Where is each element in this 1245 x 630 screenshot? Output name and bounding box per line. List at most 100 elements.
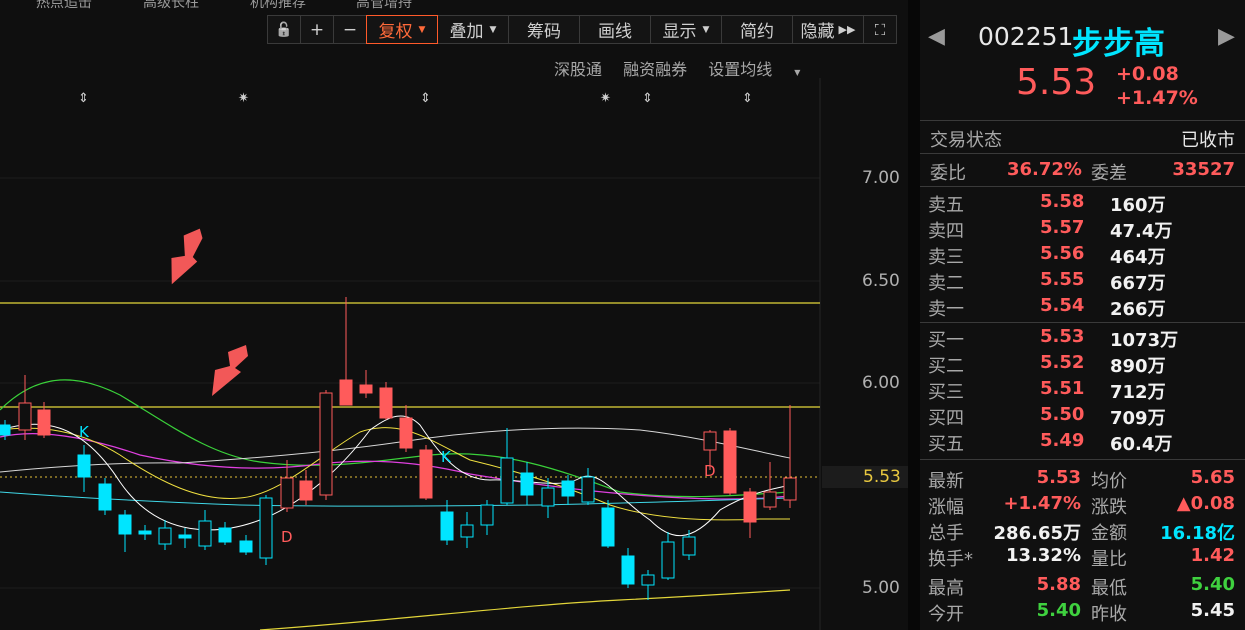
stat-value: 5.40 xyxy=(1190,574,1235,595)
stat-label: 昨收 xyxy=(1091,604,1127,625)
caret-down-icon: ▼ xyxy=(418,24,426,35)
stat-label: 涨跌 xyxy=(1091,497,1127,518)
ask-label: 卖二 xyxy=(928,273,964,294)
kline-marker-k: K xyxy=(441,448,452,466)
bid-price[interactable]: 5.52 xyxy=(1040,352,1084,373)
ask-volume: 160万 xyxy=(1110,195,1166,216)
event-marker-icon[interactable]: ✷ xyxy=(238,91,249,106)
panel-divider xyxy=(908,0,920,630)
event-marker-icon[interactable]: ✷ xyxy=(600,91,611,106)
last-price: 5.53 xyxy=(1016,62,1097,103)
bid-label: 买二 xyxy=(928,356,964,377)
stat-label: 今开 xyxy=(928,604,964,625)
fuquan-label: 复权 xyxy=(378,22,413,42)
annotation-arrow xyxy=(212,345,248,396)
stat-value: ▲0.08 xyxy=(1176,493,1235,514)
ma-long-line xyxy=(259,589,791,630)
event-marker-icon[interactable]: ⇕ xyxy=(78,91,89,106)
stat-label: 最新 xyxy=(928,471,964,492)
stock-code: 002251 xyxy=(978,22,1074,51)
stock-name: 步步高 xyxy=(1072,26,1165,62)
stat-value: 1.42 xyxy=(1190,545,1235,566)
ask-price[interactable]: 5.57 xyxy=(1040,217,1084,238)
ask-price[interactable]: 5.54 xyxy=(1040,295,1084,316)
price-change: +0.08 xyxy=(1116,63,1179,85)
separator xyxy=(920,186,1245,187)
separator xyxy=(920,322,1245,323)
event-marker-icon[interactable]: ⇕ xyxy=(642,91,653,106)
bid-price[interactable]: 5.53 xyxy=(1040,326,1084,347)
bid-volume: 709万 xyxy=(1110,408,1166,429)
event-marker-icon[interactable]: ⇕ xyxy=(742,91,753,106)
kline-chart-area[interactable]: 热点追击 高级长柱 机构推荐 高管增持 🔓 + − 复权 ▼ 叠加 ▼ 筹码 画线 … xyxy=(0,0,908,630)
separator xyxy=(920,120,1245,121)
trade-status-label: 交易状态 xyxy=(930,130,1002,151)
prev-stock-arrow-icon[interactable]: ◀ xyxy=(928,24,945,49)
y-axis-label: 5.00 xyxy=(862,578,900,598)
kline-marker-k: K xyxy=(79,423,90,441)
weicha-value: 33527 xyxy=(1172,159,1235,180)
stat-value: 286.65万 xyxy=(993,523,1081,544)
stat-label: 涨幅 xyxy=(928,497,964,518)
ask-label: 卖五 xyxy=(928,195,964,216)
ask-volume: 667万 xyxy=(1110,273,1166,294)
stat-label: 均价 xyxy=(1091,471,1127,492)
ask-label: 卖三 xyxy=(928,247,964,268)
ask-price[interactable]: 5.55 xyxy=(1040,269,1084,290)
stat-value: 16.18亿 xyxy=(1160,523,1235,544)
event-marker-icon[interactable]: ⇕ xyxy=(420,91,431,106)
separator xyxy=(920,153,1245,154)
current-price-tag: 5.53 xyxy=(822,466,908,488)
bid-label: 买三 xyxy=(928,382,964,403)
annotation-arrow xyxy=(171,228,203,285)
ask-volume: 266万 xyxy=(1110,299,1166,320)
weicha-label: 委差 xyxy=(1091,163,1127,184)
trade-status-value: 已收市 xyxy=(1181,130,1235,151)
price-change-pct: +1.47% xyxy=(1116,87,1198,109)
ask-price[interactable]: 5.58 xyxy=(1040,191,1084,212)
bid-volume: 890万 xyxy=(1110,356,1166,377)
kline-marker-d: D xyxy=(281,528,293,546)
stat-value: 5.40 xyxy=(1036,600,1081,621)
stat-label: 换手* xyxy=(928,549,973,570)
bid-price[interactable]: 5.49 xyxy=(1040,430,1084,451)
fuquan-dropdown[interactable]: 复权 ▼ xyxy=(366,15,438,44)
ask-price[interactable]: 5.56 xyxy=(1040,243,1084,264)
bid-label: 买一 xyxy=(928,330,964,351)
bid-volume: 60.4万 xyxy=(1110,434,1173,455)
kline-marker-d: D xyxy=(704,462,716,480)
stat-label: 总手 xyxy=(928,523,964,544)
stat-value: 5.53 xyxy=(1036,467,1081,488)
stat-value: 13.32% xyxy=(1006,545,1081,566)
bid-label: 买四 xyxy=(928,408,964,429)
ask-label: 卖一 xyxy=(928,299,964,320)
stat-label: 最低 xyxy=(1091,578,1127,599)
candlestick-chart: ⇕ ✷ ⇕ ✷ ⇕ ⇕ K D K D xyxy=(0,78,821,630)
ask-volume: 47.4万 xyxy=(1110,221,1173,242)
stat-label: 量比 xyxy=(1091,549,1127,570)
y-axis-label: 6.50 xyxy=(862,271,900,291)
stat-value: 5.88 xyxy=(1036,574,1081,595)
stat-value: 5.65 xyxy=(1190,467,1235,488)
weibi-value: 36.72% xyxy=(1007,159,1082,180)
stat-label: 金额 xyxy=(1091,523,1127,544)
bid-volume: 1073万 xyxy=(1110,330,1179,351)
stat-value: +1.47% xyxy=(1003,493,1081,514)
stat-value: 5.45 xyxy=(1190,600,1235,621)
ma-magenta-line xyxy=(0,433,791,500)
ma-cyan-line xyxy=(0,491,791,507)
bid-volume: 712万 xyxy=(1110,382,1166,403)
y-axis-label: 7.00 xyxy=(862,168,900,188)
weibi-label: 委比 xyxy=(930,163,966,184)
ma-white-line xyxy=(0,427,791,473)
bid-price[interactable]: 5.51 xyxy=(1040,378,1084,399)
y-axis-label: 6.00 xyxy=(862,373,900,393)
next-stock-arrow-icon[interactable]: ▶ xyxy=(1218,24,1235,49)
quote-panel: ◀ 002251 步步高 ▶ 5.53 +0.08 +1.47% 交易状态 已收… xyxy=(920,0,1245,630)
separator xyxy=(920,459,1245,460)
ask-label: 卖四 xyxy=(928,221,964,242)
bid-label: 买五 xyxy=(928,434,964,455)
ask-volume: 464万 xyxy=(1110,247,1166,268)
event-markers: ⇕ ✷ ⇕ ✷ ⇕ ⇕ xyxy=(78,91,753,106)
bid-price[interactable]: 5.50 xyxy=(1040,404,1084,425)
